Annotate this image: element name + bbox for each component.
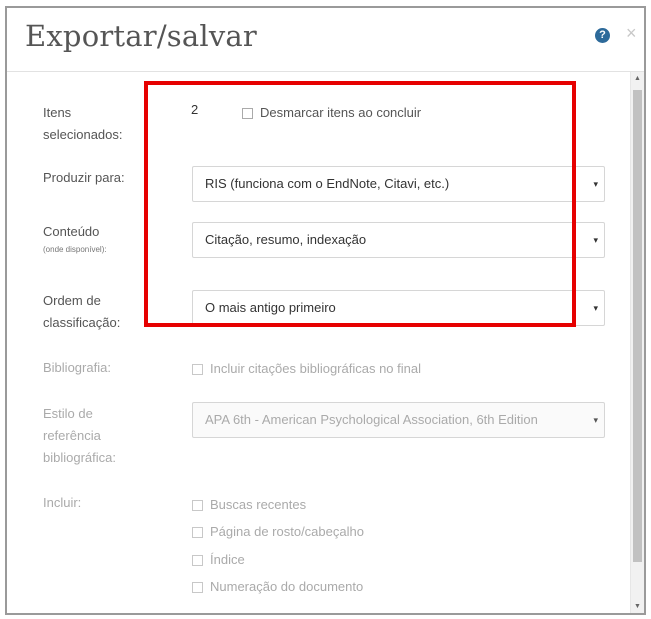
- include-citations-checkbox[interactable]: Incluir citações bibliográficas no final: [192, 360, 421, 378]
- checkbox-icon[interactable]: [192, 363, 203, 375]
- checkbox-icon[interactable]: [192, 581, 203, 593]
- selected-count: 2: [191, 102, 199, 117]
- reference-style-label: Estilo de referência bibliográfica:: [43, 406, 116, 465]
- scroll-down-icon[interactable]: ▼: [631, 600, 644, 613]
- include-label: Incluir:: [43, 495, 82, 510]
- include-option-label: Página de rosto/cabeçalho: [210, 524, 364, 539]
- scroll-up-icon[interactable]: ▲: [631, 72, 644, 85]
- dialog-body: Itens selecionados: 2 Desmarcar itens ao…: [7, 72, 630, 613]
- sort-label: Ordem de classificação:: [43, 293, 121, 330]
- reference-style-select[interactable]: APA 6th - American Psychological Associa…: [192, 402, 605, 438]
- scrollbar-thumb[interactable]: [633, 90, 642, 562]
- vertical-scrollbar[interactable]: ▲ ▼: [630, 72, 644, 613]
- dialog-header: Exportar/salvar ? ×: [7, 8, 644, 72]
- checkbox-icon[interactable]: [242, 107, 253, 119]
- content-sublabel: (onde disponível):: [43, 245, 107, 254]
- include-option-label: Buscas recentes: [210, 497, 307, 512]
- content-label: Conteúdo: [43, 224, 100, 239]
- deselect-on-finish-checkbox[interactable]: Desmarcar itens ao concluir: [242, 104, 421, 122]
- checkbox-icon[interactable]: [192, 554, 203, 566]
- export-save-dialog: Exportar/salvar ? × Itens selecionados: …: [5, 6, 646, 615]
- chevron-down-icon: ▾: [593, 235, 598, 245]
- close-icon[interactable]: ×: [626, 24, 637, 42]
- include-recent-searches-checkbox[interactable]: Buscas recentes: [192, 496, 306, 514]
- include-title-page-checkbox[interactable]: Página de rosto/cabeçalho: [192, 523, 364, 541]
- content-label-group: Conteúdo (onde disponível):: [43, 221, 107, 257]
- produce-for-label: Produzir para:: [43, 170, 125, 185]
- include-option-label: Numeração do documento: [210, 579, 364, 594]
- dialog-title: Exportar/salvar: [25, 19, 257, 53]
- include-index-checkbox[interactable]: Índice: [192, 551, 245, 569]
- help-icon[interactable]: ?: [595, 28, 610, 43]
- content-select[interactable]: Citação, resumo, indexação ▾: [192, 222, 605, 258]
- reference-style-value: APA 6th - American Psychological Associa…: [205, 412, 538, 427]
- include-citations-label: Incluir citações bibliográficas no final: [210, 361, 421, 376]
- chevron-down-icon: ▾: [593, 179, 598, 189]
- chevron-down-icon: ▾: [593, 415, 598, 425]
- include-document-numbering-checkbox[interactable]: Numeração do documento: [192, 578, 363, 596]
- checkbox-icon[interactable]: [192, 526, 203, 538]
- selected-items-label: Itens selecionados:: [43, 105, 123, 142]
- produce-for-select[interactable]: RIS (funciona com o EndNote, Citavi, etc…: [192, 166, 605, 202]
- deselect-on-finish-label: Desmarcar itens ao concluir: [260, 105, 422, 120]
- chevron-down-icon: ▾: [593, 303, 598, 313]
- sort-select[interactable]: O mais antigo primeiro ▾: [192, 290, 605, 326]
- bibliography-label: Bibliografia:: [43, 360, 111, 375]
- produce-for-value: RIS (funciona com o EndNote, Citavi, etc…: [205, 176, 450, 191]
- include-option-label: Índice: [210, 552, 245, 567]
- content-value: Citação, resumo, indexação: [205, 232, 367, 247]
- sort-value: O mais antigo primeiro: [205, 300, 336, 315]
- checkbox-icon[interactable]: [192, 499, 203, 511]
